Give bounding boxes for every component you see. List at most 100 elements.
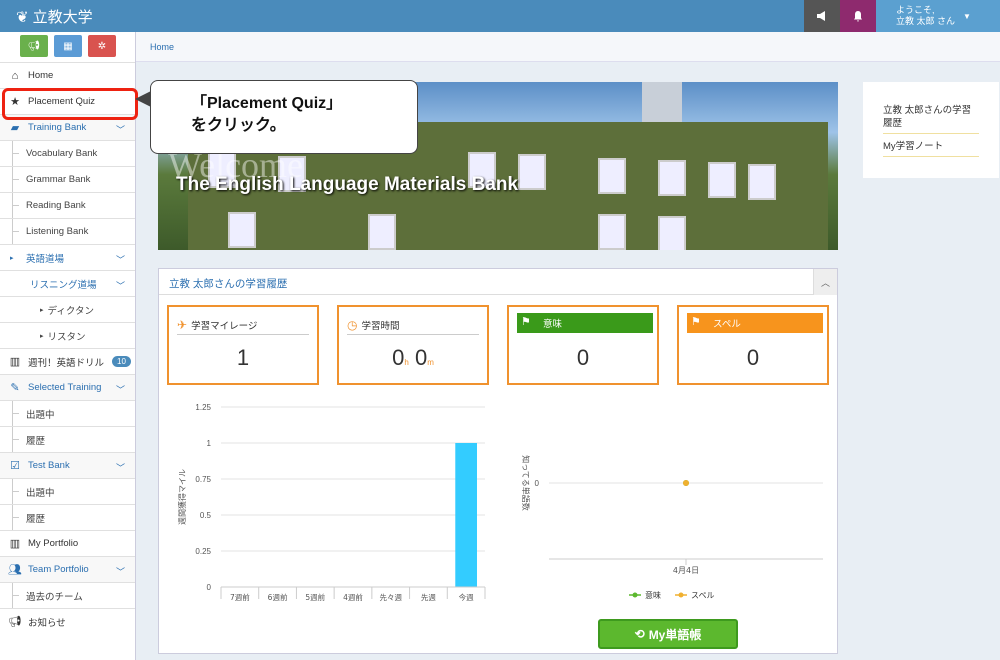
x-tick-label: 先々週 (379, 592, 402, 602)
card-header-bar: ⚑ 意味 (517, 313, 653, 333)
sidebar-item-grammar-bank[interactable]: Grammar Bank (0, 166, 135, 192)
sidebar-item-label: Selected Training (28, 382, 102, 393)
book-icon: ▰ (10, 122, 20, 134)
x-tick-label: 5週前 (305, 592, 325, 602)
tree-line (12, 583, 20, 608)
history-icon: ⟲ (634, 627, 645, 641)
tree-line (12, 479, 20, 504)
learning-history-panel: 立教 太郎さんの学習履歴 ︿ ✈ 学習マイレージ 1 ◷ 学習時間 0h 0m ⚑ … (158, 268, 838, 654)
user-name: 立教 太郎 さん (896, 16, 956, 26)
sidebar-item-test-bank[interactable]: ☑ Test Bank ﹀ (0, 452, 135, 478)
count-badge: 10 (112, 356, 131, 367)
bar-chart-icon: ▥ (9, 356, 21, 368)
sidebar-item-dictan[interactable]: ▸ ディクタン (0, 296, 135, 322)
user-greeting: ようこそ, (896, 5, 935, 15)
sidebar-item-my-portfolio[interactable]: ▥ My Portfolio (0, 530, 135, 556)
y-tick-label: 0 (207, 583, 212, 592)
sidebar-item-label: Listening Bank (26, 226, 89, 237)
announcement-button[interactable] (804, 0, 840, 32)
legend-label: 意味 (645, 590, 661, 600)
spelling-card: ⚑ スペル 0 (677, 305, 829, 385)
panel-title: 立教 太郎さんの学習履歴 (169, 278, 288, 290)
megaphone-button[interactable]: 📢︎ (20, 35, 48, 57)
y-tick-label: 0.75 (195, 475, 211, 484)
sidebar-item-test-current[interactable]: 出題中 (0, 478, 135, 504)
top-bar: ❦ 立教大学 ようこそ, 立教 太郎 さん ▼ (0, 0, 1000, 32)
settings-button[interactable]: ✲ (88, 35, 116, 57)
megaphone-icon: 📢︎ (27, 40, 41, 52)
hours-value: 0 (392, 345, 405, 370)
sidebar-item-label: Test Bank (28, 460, 70, 471)
highlight-box (2, 88, 138, 120)
collapse-button[interactable]: ︿ (813, 269, 837, 295)
sidebar-item-news[interactable]: 📢︎ お知らせ (0, 608, 135, 634)
minutes-unit: m (427, 358, 434, 367)
flag-icon: ⚑ (691, 316, 701, 328)
sidebar-item-eigo-dojo[interactable]: ▸ 英語道場 ﹀ (0, 244, 135, 270)
sidebar-item-listening-bank[interactable]: Listening Bank (0, 218, 135, 244)
my-vocab-button[interactable]: ⟲ My単語帳 (598, 619, 738, 649)
learning-history-link[interactable]: 立教 太郎さんの学習履歴 (883, 104, 979, 134)
my-notebook-link[interactable]: My学習ノート (883, 140, 979, 157)
sidebar-item-selected-history[interactable]: 履歴 (0, 426, 135, 452)
sidebar-item-label: 履歴 (26, 513, 46, 525)
sidebar-item-home[interactable]: ⌂ Home (0, 62, 135, 88)
sidebar-item-test-history[interactable]: 履歴 (0, 504, 135, 530)
user-menu[interactable]: ようこそ, 立教 太郎 さん ▼ (876, 0, 1000, 32)
sidebar-item-selected-training[interactable]: ✎ Selected Training ﹀ (0, 374, 135, 400)
sidebar-item-label: 出題中 (26, 409, 55, 421)
chevron-down-icon: ﹀ (115, 125, 125, 135)
pencil-icon: ✎ (10, 382, 20, 394)
notification-button[interactable] (840, 0, 876, 32)
sidebar-item-listening-dojo[interactable]: リスニング道場 ﹀ (0, 270, 135, 296)
sidebar-item-label: Grammar Bank (26, 174, 91, 185)
callout-tail (135, 91, 151, 107)
sidebar-item-label: Home (28, 70, 54, 81)
caret-down-icon: ▼ (963, 11, 971, 21)
sidebar-item-label: My Portfolio (28, 538, 79, 549)
sidebar-item-team-portfolio[interactable]: 👥︎ Team Portfolio ﹀ (0, 556, 135, 582)
tree-line (12, 141, 20, 166)
sidebar-item-label: 出題中 (26, 487, 55, 499)
sidebar-item-selected-current[interactable]: 出題中 (0, 400, 135, 426)
calendar-button[interactable]: ▦ (54, 35, 82, 57)
brand-name: 立教大学 (32, 9, 93, 26)
breadcrumb-home-link[interactable]: Home (150, 42, 174, 52)
bell-icon (854, 11, 862, 22)
home-icon: ⌂ (11, 69, 19, 82)
caret-right-icon: ▸ (10, 254, 14, 262)
right-panel: 立教 太郎さんの学習履歴 My学習ノート (863, 82, 999, 178)
x-tick-label: 4週前 (343, 592, 363, 602)
brand-logo[interactable]: ❦ 立教大学 (16, 6, 93, 27)
meaning-card: ⚑ 意味 0 (507, 305, 659, 385)
chevron-down-icon: ﹀ (115, 281, 125, 291)
mileage-card: ✈ 学習マイレージ 1 (167, 305, 319, 385)
sidebar-item-label: 週刊！英語ドリル (28, 357, 105, 369)
tree-line (12, 219, 20, 244)
tree-line (12, 401, 20, 426)
hours-unit: h (404, 358, 409, 367)
tree-line (12, 193, 20, 218)
minutes-value: 0 (414, 345, 428, 370)
calendar-icon: ▦ (63, 40, 73, 52)
sidebar-item-weekly-drill[interactable]: ▥ 週刊！英語ドリル 10 (0, 348, 135, 374)
card-label: 学習時間 (361, 320, 400, 332)
sidebar-item-label: Reading Bank (26, 200, 86, 211)
sidebar-item-reading-bank[interactable]: Reading Bank (0, 192, 135, 218)
sidebar-item-label: 過去のチーム (26, 591, 83, 603)
bar-chart-icon: ▥ (9, 538, 21, 550)
y-tick-label: 1 (207, 439, 212, 448)
flag-icon: ⚑ (521, 316, 531, 328)
plane-icon: ✈ (177, 317, 188, 332)
card-value: 0 (576, 345, 590, 370)
sidebar-item-vocabulary-bank[interactable]: Vocabulary Bank (0, 140, 135, 166)
tree-line (12, 167, 20, 192)
sidebar-item-past-teams[interactable]: 過去のチーム (0, 582, 135, 608)
x-tick-label: 先週 (421, 592, 436, 602)
charts-area: 0 0.25 0.5 0.75 1 1.25 週間獲得マイル 7週前 6週前 5週前 4週前 先々週 先… (177, 403, 823, 602)
bar (455, 443, 477, 587)
card-value: 0 (746, 345, 760, 370)
sidebar-item-listan[interactable]: ▸ リスタン (0, 322, 135, 348)
caret-right-icon: ▸ (40, 332, 44, 340)
card-label: スペル (713, 319, 741, 330)
